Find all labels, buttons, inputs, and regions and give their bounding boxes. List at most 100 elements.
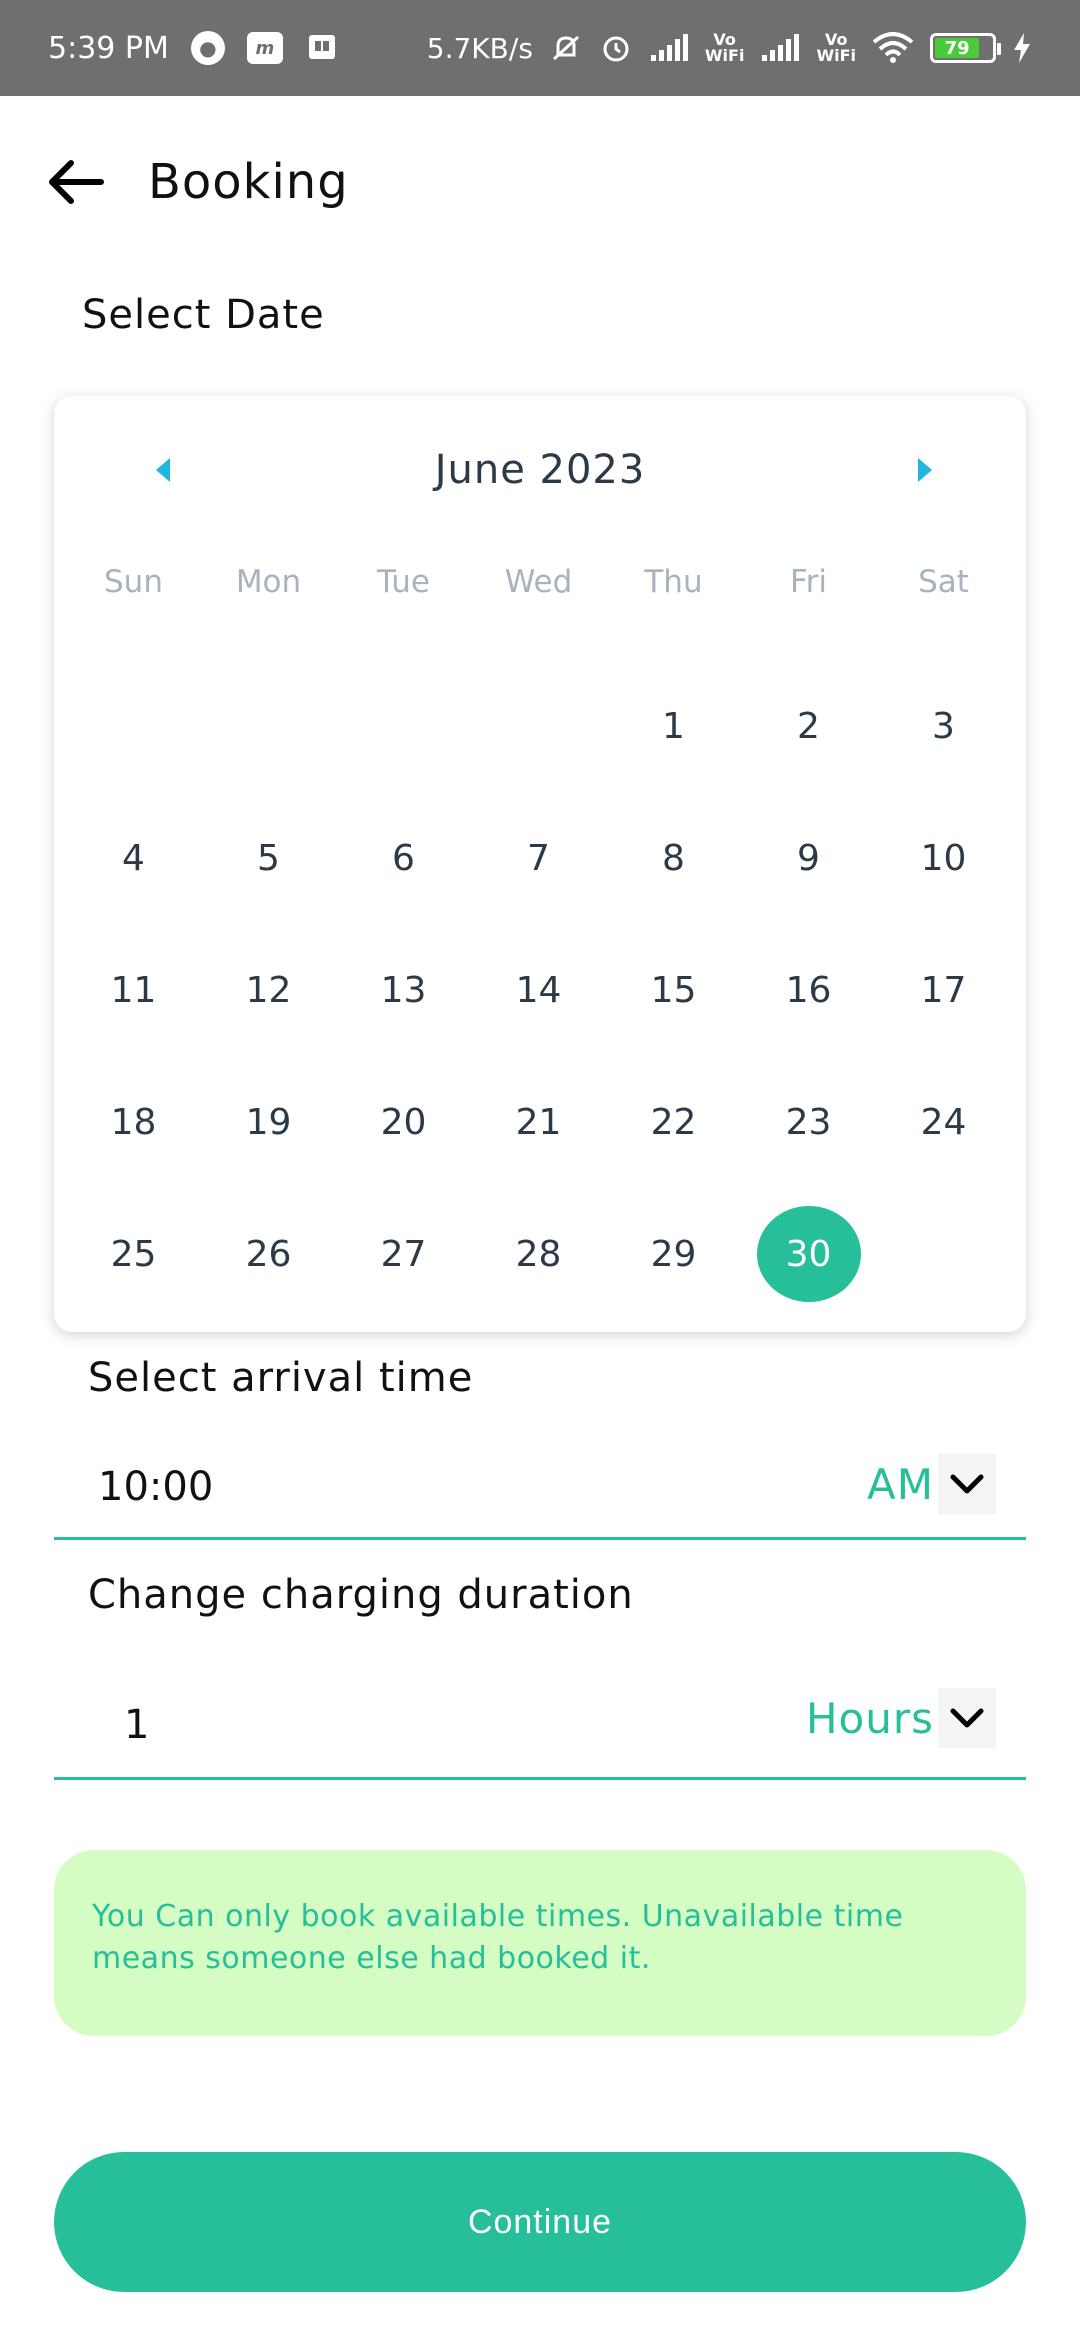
back-button[interactable]: [44, 150, 108, 214]
calendar-header: June 2023: [54, 440, 1026, 500]
app-notification-icon: ●: [190, 31, 225, 65]
arrival-time-label: Select arrival time: [88, 1355, 474, 1401]
calendar-day-label: 14: [515, 969, 562, 1011]
calendar-day-label: 18: [110, 1101, 157, 1143]
calendar-day-18[interactable]: 18: [66, 1056, 201, 1188]
signal-2-icon: [760, 33, 800, 63]
calendar-day-label: 10: [920, 837, 967, 879]
page-title: Booking: [148, 154, 349, 210]
next-month-button[interactable]: [908, 454, 940, 486]
device-icon: [305, 31, 339, 65]
month-label: June 2023: [434, 447, 646, 493]
calendar-day-label: 21: [515, 1101, 562, 1143]
calendar-day-30[interactable]: 30: [741, 1188, 876, 1320]
mute-bell-icon: [549, 31, 583, 65]
calendar-day-27[interactable]: 27: [336, 1188, 471, 1320]
calendar-day-1[interactable]: 1: [606, 660, 741, 792]
calendar-day-grid: 1 2 3 4 5 6 7 8 9 10 11 12 13 14 15 16 17 18 19 20 21 22 23 24 2…: [54, 660, 1026, 1320]
calendar-day-19[interactable]: 19: [201, 1056, 336, 1188]
calendar-day-11[interactable]: 11: [66, 924, 201, 1056]
calendar-day-8[interactable]: 8: [606, 792, 741, 924]
weekday-wed: Wed: [504, 564, 573, 600]
calendar-day-4[interactable]: 4: [66, 792, 201, 924]
am-pm-select[interactable]: AM: [867, 1454, 996, 1514]
battery-icon: 79: [930, 33, 1001, 63]
status-time: 5:39 PM: [48, 30, 169, 66]
calendar-day-label: 16: [785, 969, 832, 1011]
calendar-day-17[interactable]: 17: [876, 924, 1011, 1056]
calendar-day-label: 13: [380, 969, 427, 1011]
calendar-day-label: 19: [245, 1101, 292, 1143]
calendar-day-21[interactable]: 21: [471, 1056, 606, 1188]
duration-unit-select[interactable]: Hours: [806, 1688, 996, 1748]
alarm-icon: [599, 31, 633, 65]
charging-icon: [1012, 32, 1032, 64]
calendar-day-20[interactable]: 20: [336, 1056, 471, 1188]
app-header: Booking: [44, 150, 349, 214]
arrow-left-icon: [49, 160, 104, 204]
calendar-card: June 2023 Sun Mon Tue Wed Thu Fri Sat 12345678…: [54, 396, 1026, 1332]
availability-info-box: You Can only book available times. Unava…: [54, 1850, 1026, 2036]
calendar-day-label: 11: [110, 969, 157, 1011]
calendar-day-25[interactable]: 25: [66, 1188, 201, 1320]
status-bar: 5:39 PM ● m 5.7KB/s Vo WiFi Vo WiFi 79: [0, 0, 1080, 96]
calendar-day-label: 2: [797, 705, 820, 747]
calendar-day-label: 23: [785, 1101, 832, 1143]
weekday-mon: Mon: [235, 564, 302, 600]
weekday-sat: Sat: [918, 564, 969, 600]
calendar-day-label: 1: [662, 705, 685, 747]
weekday-tue: Tue: [377, 564, 430, 600]
calendar-day-label: 28: [515, 1233, 562, 1275]
prev-month-button[interactable]: [148, 454, 180, 486]
calendar-day-5[interactable]: 5: [201, 792, 336, 924]
chevron-down-icon: [938, 1454, 996, 1514]
calendar-day-label: 3: [932, 705, 955, 747]
calendar-day-2[interactable]: 2: [741, 660, 876, 792]
calendar-day-label: 26: [245, 1233, 292, 1275]
calendar-day-label: 27: [380, 1233, 427, 1275]
calendar-day-22[interactable]: 22: [606, 1056, 741, 1188]
calendar-day-23[interactable]: 23: [741, 1056, 876, 1188]
calendar-day-label: 30: [756, 1206, 861, 1302]
calendar-empty-cell: [336, 660, 471, 792]
calendar-day-label: 29: [650, 1233, 697, 1275]
calendar-day-15[interactable]: 15: [606, 924, 741, 1056]
arrival-time-field: 10:00 AM: [54, 1430, 1026, 1540]
caret-left-icon: [156, 458, 170, 482]
calendar-day-label: 20: [380, 1101, 427, 1143]
calendar-day-3[interactable]: 3: [876, 660, 1011, 792]
calendar-day-label: 5: [257, 837, 280, 879]
duration-unit-value: Hours: [805, 1693, 934, 1743]
calendar-day-label: 7: [527, 837, 550, 879]
calendar-day-14[interactable]: 14: [471, 924, 606, 1056]
calendar-day-9[interactable]: 9: [741, 792, 876, 924]
availability-info-text: You Can only book available times. Unava…: [92, 1899, 904, 1976]
calendar-day-24[interactable]: 24: [876, 1056, 1011, 1188]
wifi-icon: [872, 32, 914, 64]
arrival-time-input[interactable]: 10:00: [98, 1464, 213, 1510]
weekday-thu: Thu: [644, 564, 703, 600]
weekday-header-row: Sun Mon Tue Wed Thu Fri Sat: [54, 564, 1026, 600]
calendar-day-12[interactable]: 12: [201, 924, 336, 1056]
signal-1-icon: [649, 33, 689, 63]
calendar-day-16[interactable]: 16: [741, 924, 876, 1056]
calendar-day-label: 22: [650, 1101, 697, 1143]
battery-level: 79: [935, 38, 980, 59]
continue-button[interactable]: Continue: [54, 2152, 1026, 2292]
calendar-day-29[interactable]: 29: [606, 1188, 741, 1320]
calendar-day-28[interactable]: 28: [471, 1188, 606, 1320]
select-date-label: Select Date: [82, 292, 325, 338]
calendar-day-label: 24: [920, 1101, 967, 1143]
app-badge-icon: m: [246, 32, 283, 64]
calendar-day-26[interactable]: 26: [201, 1188, 336, 1320]
calendar-day-7[interactable]: 7: [471, 792, 606, 924]
duration-input[interactable]: 1: [124, 1702, 149, 1748]
calendar-empty-cell: [66, 660, 201, 792]
vowifi-1-label: Vo WiFi: [704, 30, 745, 65]
calendar-day-10[interactable]: 10: [876, 792, 1011, 924]
charging-duration-label: Change charging duration: [88, 1572, 634, 1618]
calendar-day-13[interactable]: 13: [336, 924, 471, 1056]
calendar-day-label: 4: [122, 837, 145, 879]
calendar-day-6[interactable]: 6: [336, 792, 471, 924]
vowifi-2-label: Vo WiFi: [816, 30, 856, 65]
